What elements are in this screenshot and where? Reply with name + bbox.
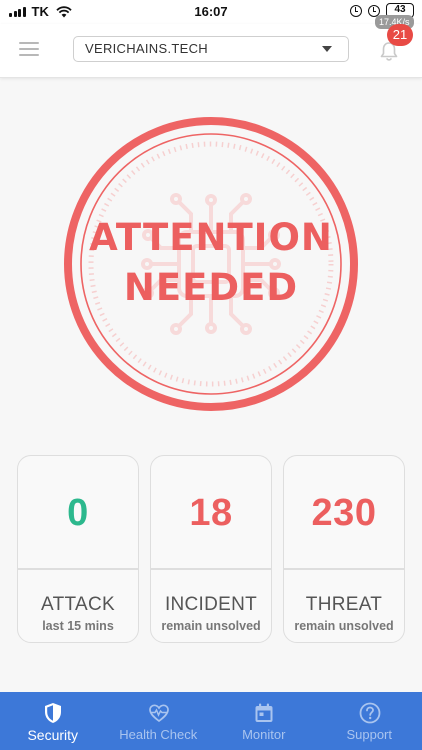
heartbeat-icon — [148, 704, 169, 723]
notification-count-badge: 21 — [387, 24, 413, 46]
attack-subtitle: last 15 mins — [42, 619, 114, 633]
chevron-down-icon — [322, 46, 332, 52]
tab-support[interactable]: Support — [317, 692, 422, 750]
card-divider — [151, 568, 271, 570]
attack-title: ATTACK — [41, 594, 115, 615]
status-text-line1: ATTENTION — [89, 216, 333, 259]
threat-count: 230 — [311, 492, 377, 534]
card-divider — [18, 568, 138, 570]
tab-health-check[interactable]: Health Check — [106, 692, 212, 750]
security-status-indicator: ATTENTION NEEDED — [61, 114, 361, 414]
tab-label: Support — [346, 727, 393, 742]
tab-security[interactable]: Security — [0, 692, 106, 750]
tab-label: Health Check — [119, 727, 198, 742]
calendar-icon — [255, 703, 273, 722]
incident-count: 18 — [189, 492, 233, 534]
hamburger-menu-icon[interactable] — [19, 42, 39, 56]
status-text-line2: NEEDED — [123, 266, 299, 309]
orientation-lock-icon — [350, 4, 362, 17]
card-divider — [284, 568, 404, 570]
bottom-tab-bar: Security Health Check Monitor Support — [0, 692, 422, 750]
selected-domain: VERICHAINS.TECH — [85, 41, 208, 56]
incident-card[interactable]: 18 INCIDENT remain unsolved — [150, 455, 272, 643]
threat-title: THREAT — [305, 594, 383, 615]
tab-label: Monitor — [242, 727, 286, 742]
shield-icon — [45, 703, 61, 723]
tab-label: Security — [27, 727, 79, 743]
tab-monitor[interactable]: Monitor — [211, 692, 317, 750]
ios-status-bar: TK 16:07 43 — [0, 0, 422, 24]
incident-title: INCIDENT — [164, 594, 258, 615]
attack-card[interactable]: 0 ATTACK last 15 mins — [17, 455, 139, 643]
threat-card[interactable]: 230 THREAT remain unsolved — [283, 455, 405, 643]
app-header: VERICHAINS.TECH 17.4K/s 21 — [0, 15, 422, 78]
incident-subtitle: remain unsolved — [161, 619, 261, 633]
attack-count: 0 — [67, 492, 89, 534]
domain-select-dropdown[interactable]: VERICHAINS.TECH — [73, 36, 349, 62]
question-icon — [359, 702, 380, 724]
status-ring-graphic — [64, 117, 358, 411]
threat-subtitle: remain unsolved — [294, 619, 394, 633]
